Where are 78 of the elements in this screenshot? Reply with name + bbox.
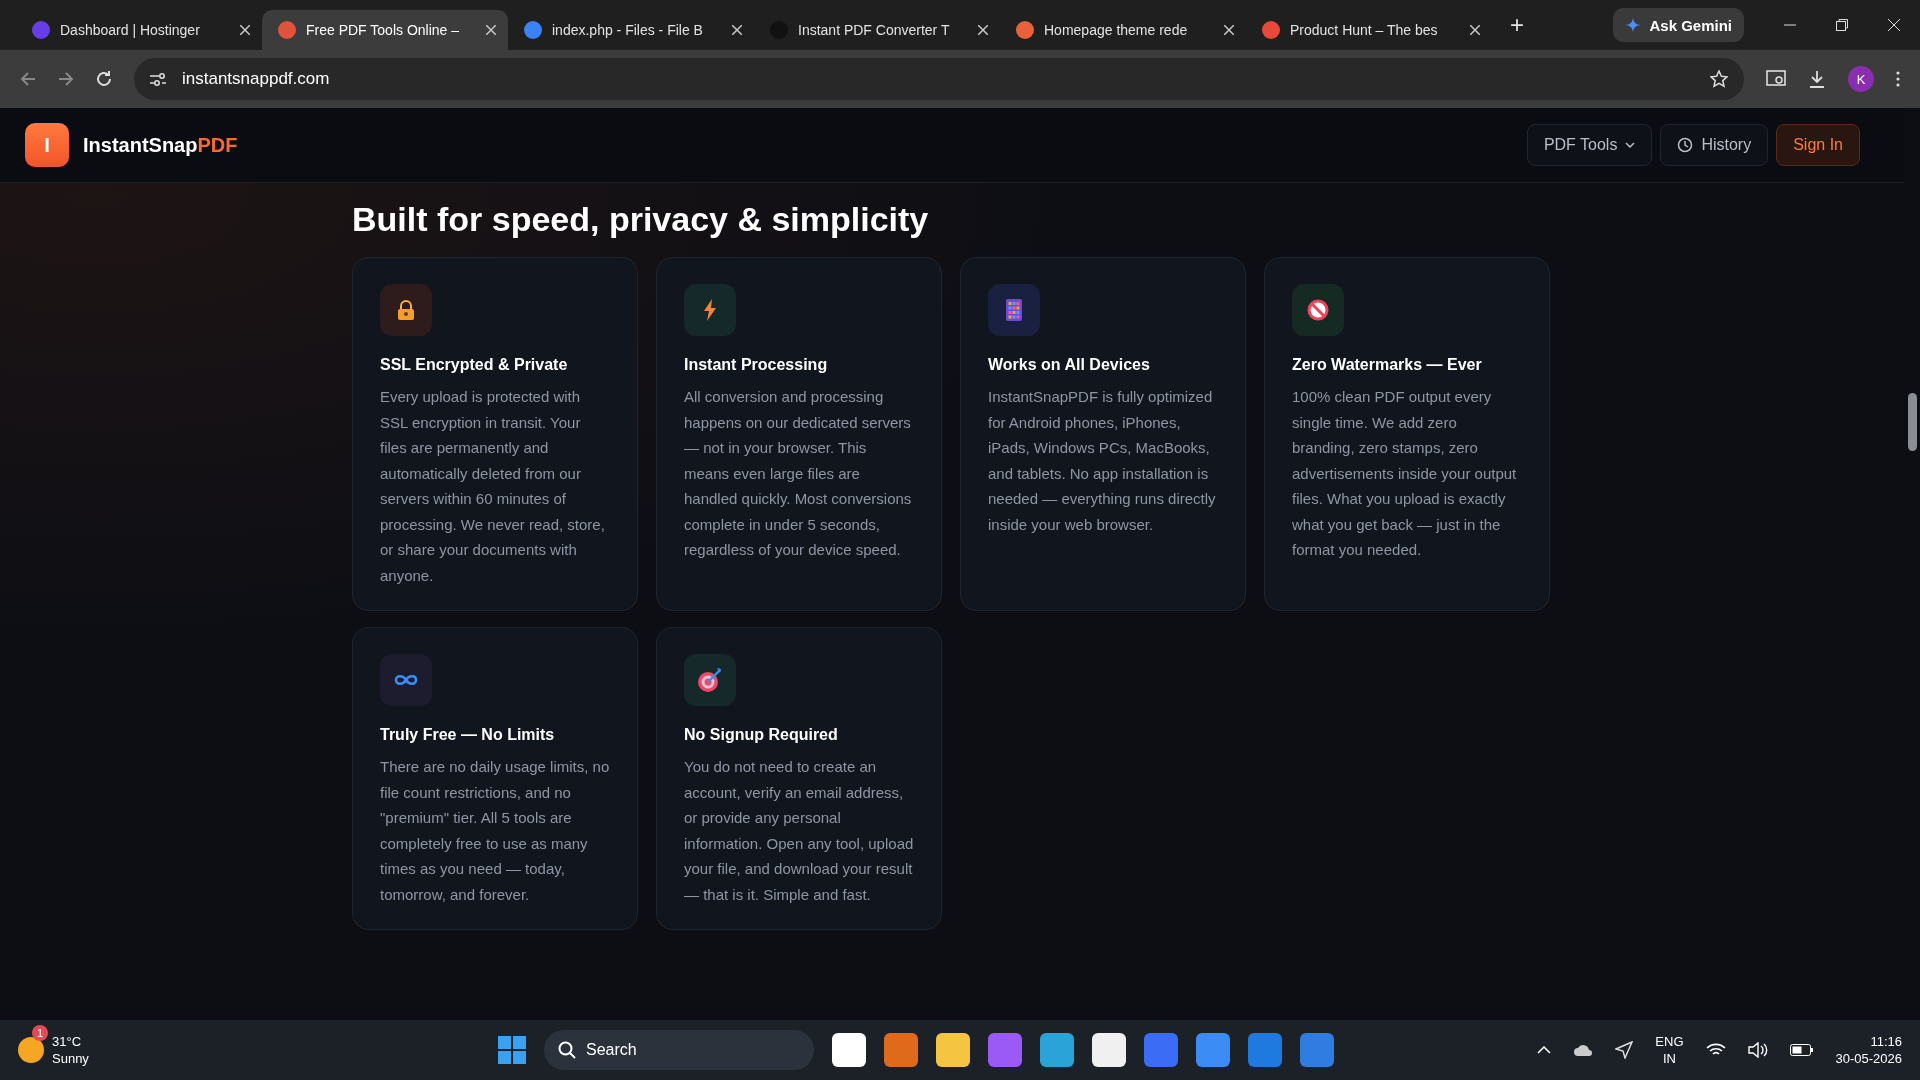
clock-date[interactable]: 30-05-2026 (1835, 1050, 1902, 1067)
app-icon[interactable] (832, 1033, 866, 1067)
feature-description: All conversion and processing happens on our dedicated servers — not in your browser. This means even large files are handled quickly. Most conversions complete in under 5 seconds, regardless of your device speed. (684, 387, 913, 560)
browser-tab[interactable]: index.php - Files - File B (508, 10, 754, 50)
brand-name[interactable]: InstantSnapPDF (83, 133, 238, 157)
lightning-icon (703, 299, 717, 321)
feature-title: No Signup Required (684, 726, 839, 744)
feature-title: Works on All Devices (988, 356, 1151, 374)
reload-icon[interactable] (96, 71, 112, 87)
feature-description: There are no daily usage limits, no file count restrictions, and no "premium" tier. All 5 tools are completely free to use as many times as you need — today, tomorrow, and forever. (380, 757, 611, 905)
close-icon[interactable] (1888, 19, 1900, 31)
tab-search-icon[interactable] (1766, 70, 1786, 88)
forward-icon[interactable] (58, 71, 74, 87)
location-icon[interactable] (1615, 1041, 1634, 1059)
site-settings-icon (150, 72, 166, 86)
star-icon[interactable] (1710, 70, 1728, 88)
close-icon[interactable] (486, 25, 496, 35)
feature-description: You do not need to create an account, verify an email address, or provide any personal information. Open any tool, upload your file, and download your result — that is it. Simple and fast. (684, 757, 915, 905)
feature-title: SSL Encrypted & Private (380, 356, 569, 374)
lock-icon (397, 300, 415, 320)
clock-icon (1677, 137, 1694, 153)
weather-condition: Sunny (52, 1050, 89, 1067)
browser-tab[interactable]: Dashboard | Hostinger (16, 10, 262, 50)
feature-title: Truly Free — No Limits (380, 726, 556, 744)
restore-icon[interactable] (1836, 19, 1848, 31)
browser-tab[interactable]: Instant PDF Converter T (754, 10, 1000, 50)
taskbar-search[interactable]: Search (544, 1030, 814, 1070)
close-icon[interactable] (1470, 25, 1480, 35)
feature-description: InstantSnapPDF is fully optimized for Android phones, iPhones, iPads, Windows PCs, MacBooks, and tablets. No app installation is needed — everything runs directly inside your web browser. (988, 387, 1217, 535)
favicon-icon (32, 21, 50, 39)
app-icon[interactable] (1040, 1033, 1074, 1067)
infinity-icon (393, 673, 419, 687)
favicon-icon (1262, 21, 1280, 39)
notification-badge: 1 (32, 1025, 48, 1041)
chevron-down-icon (1625, 142, 1636, 148)
favicon-icon (278, 21, 296, 39)
close-icon[interactable] (1224, 25, 1234, 35)
temperature: 31°C (52, 1033, 82, 1050)
speaker-icon[interactable] (1747, 1042, 1768, 1058)
ask-gemini-button[interactable]: Ask Gemini (1613, 8, 1744, 42)
sign-in-button[interactable]: Sign In (1776, 124, 1860, 166)
back-icon[interactable] (20, 71, 36, 87)
section-heading: Built for speed, privacy & simplicity (352, 200, 930, 239)
browser-tab[interactable]: Free PDF Tools Online – (262, 10, 508, 50)
favicon-icon (1016, 21, 1034, 39)
address-bar[interactable]: instantsnappdf.com (134, 58, 1744, 100)
feature-description: 100% clean PDF output every single time. We add zero branding, zero stamps, zero advertisements inside your output files. What you upload is exactly what you get back — just in the format you needed. (1292, 387, 1518, 560)
history-button[interactable]: History (1660, 124, 1769, 166)
feature-description: Every upload is protected with SSL encryption in transit. Your files are permanently and automatically deleted from our servers within 60 minutes of processing. We never read, store, or share your documents with anyone. (380, 387, 606, 586)
browser-tab[interactable]: Product Hunt – The bes (1246, 10, 1492, 50)
prohibited-icon (1307, 299, 1329, 321)
app-icon[interactable] (936, 1033, 970, 1067)
download-icon[interactable] (1808, 70, 1826, 88)
feature-title: Instant Processing (684, 356, 829, 374)
target-icon (697, 667, 723, 693)
cloud-icon[interactable] (1573, 1043, 1594, 1057)
phone-icon (1006, 299, 1022, 321)
pdf-tools-menu[interactable]: PDF Tools (1526, 124, 1653, 166)
close-icon[interactable] (978, 25, 988, 35)
profile-avatar[interactable]: K (1848, 66, 1874, 92)
close-icon[interactable] (732, 25, 742, 35)
feature-title: Zero Watermarks — Ever (1292, 356, 1483, 374)
weather-icon[interactable] (18, 1037, 44, 1063)
clock-time[interactable]: 11:16 (1870, 1033, 1902, 1050)
app-icon[interactable] (1092, 1033, 1126, 1067)
app-icon[interactable] (1196, 1033, 1230, 1067)
browser-tab[interactable]: Homepage theme rede (1000, 10, 1246, 50)
search-icon (558, 1041, 576, 1059)
close-icon[interactable] (240, 25, 250, 35)
favicon-icon (524, 21, 542, 39)
battery-icon[interactable] (1789, 1044, 1814, 1056)
keyboard-region[interactable]: IN (1662, 1050, 1676, 1067)
chevron-up-icon[interactable] (1537, 1046, 1552, 1054)
language[interactable]: ENG (1655, 1033, 1684, 1050)
app-icon[interactable] (884, 1033, 918, 1067)
new-tab-button[interactable]: + (1504, 10, 1530, 40)
start-icon[interactable] (498, 1036, 526, 1064)
menu-icon[interactable] (1896, 71, 1900, 87)
